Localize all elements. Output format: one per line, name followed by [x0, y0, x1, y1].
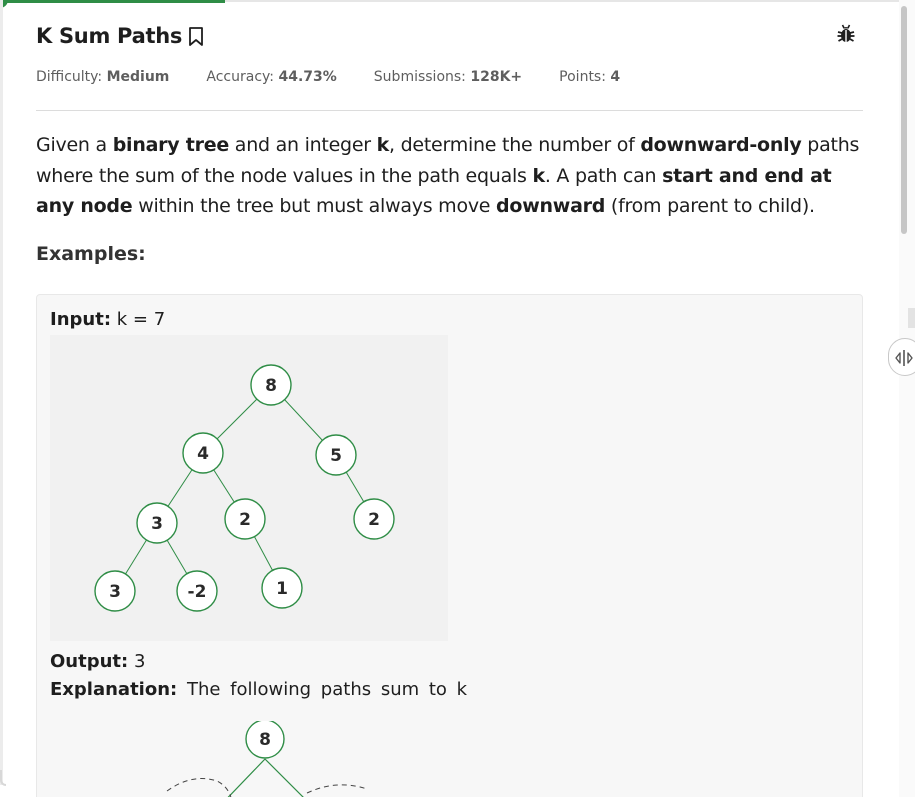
- svg-text:5: 5: [330, 446, 342, 466]
- tree-nodes: 8 4 5 3 2 2 3 -2 1: [94, 364, 395, 612]
- example-box: Input: k = 7 8 4 5 3 2 2 3 -2 1 Output: …: [36, 294, 863, 797]
- difficulty-value: Medium: [106, 69, 170, 85]
- path-svg: 8: [166, 719, 368, 797]
- svg-text:2: 2: [368, 510, 380, 530]
- difficulty-label: Difficulty:: [36, 69, 103, 85]
- tree-node: 3: [94, 570, 136, 612]
- panel-corner: [0, 770, 6, 786]
- submissions-value: 128K+: [470, 69, 523, 85]
- examples-heading: Examples:: [36, 243, 146, 265]
- path-node: 8: [245, 719, 285, 759]
- svg-text:1: 1: [276, 579, 288, 599]
- tree-svg: 8 4 5 3 2 2 3 -2 1: [94, 364, 395, 612]
- path-edge: [227, 758, 266, 797]
- left-panel-edge: [0, 0, 3, 785]
- bookmark-icon[interactable]: [186, 24, 206, 48]
- tree-node: 3: [136, 502, 178, 544]
- scrollbar-thumb[interactable]: [901, 6, 907, 234]
- svg-text:4: 4: [197, 444, 209, 464]
- explanation-value: The following paths sum to k: [186, 679, 468, 700]
- bug-icon[interactable]: [835, 23, 857, 45]
- svg-text:3: 3: [151, 514, 163, 534]
- tree-node: 2: [353, 498, 395, 540]
- highlight-path: [306, 784, 368, 794]
- example-input: Input: k = 7: [50, 309, 165, 330]
- tree-diagram: 8 4 5 3 2 2 3 -2 1: [50, 335, 448, 641]
- svg-text:8: 8: [265, 376, 277, 396]
- divider: [36, 110, 863, 111]
- submissions-label: Submissions:: [373, 69, 466, 85]
- problem-meta: Difficulty: Medium Accuracy: 44.73% Subm…: [36, 69, 657, 85]
- tree-node: 1: [261, 567, 303, 609]
- svg-text:3: 3: [109, 582, 121, 602]
- highlight-path: [166, 778, 232, 797]
- accuracy-value: 44.73%: [278, 69, 337, 85]
- difficulty: Difficulty: Medium: [36, 69, 169, 85]
- tree-node: 5: [315, 434, 357, 476]
- points-value: 4: [610, 69, 621, 85]
- example-output: Output: 3: [50, 651, 145, 672]
- title-row: K Sum Paths: [36, 20, 206, 52]
- example-explanation: Explanation: The following paths sum to …: [50, 679, 467, 700]
- input-value: k = 7: [116, 309, 166, 330]
- svg-text:2: 2: [239, 510, 251, 530]
- tree-node: 8: [250, 364, 292, 406]
- output-label: Output:: [50, 651, 129, 672]
- accuracy: Accuracy: 44.73%: [206, 69, 336, 85]
- points: Points: 4: [559, 69, 620, 85]
- split-handle-icon[interactable]: [888, 338, 915, 376]
- svg-text:-2: -2: [188, 582, 207, 602]
- input-label: Input:: [50, 309, 112, 330]
- tree-node: 2: [224, 498, 266, 540]
- accuracy-label: Accuracy:: [206, 69, 275, 85]
- problem-statement: Given a binary tree and an integer k, de…: [36, 134, 860, 217]
- tree-node: -2: [176, 570, 218, 612]
- svg-text:8: 8: [259, 730, 271, 750]
- points-label: Points:: [559, 69, 606, 85]
- problem-title: K Sum Paths: [36, 24, 183, 48]
- tree-node: 4: [182, 432, 224, 474]
- submissions: Submissions: 128K+: [374, 69, 522, 85]
- path-diagram: 8: [147, 719, 387, 797]
- explanation-label: Explanation:: [50, 679, 178, 700]
- problem-page: K Sum Paths Difficulty: Medium Accuracy:…: [0, 0, 915, 797]
- scroll-edge: [908, 308, 915, 328]
- output-value: 3: [133, 651, 146, 672]
- progress-bar: [0, 0, 225, 3]
